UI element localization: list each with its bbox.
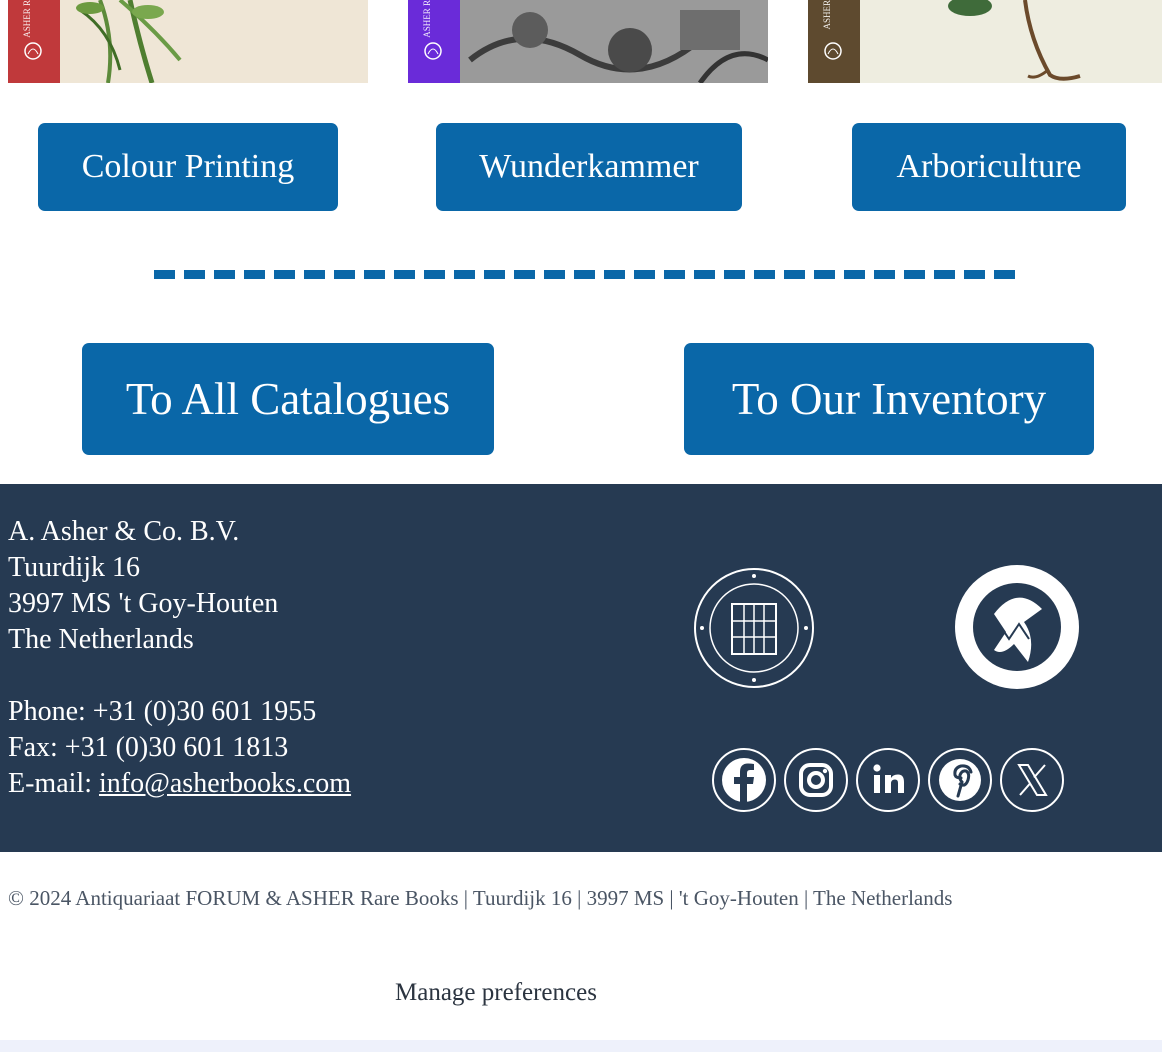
address-postal: 3997 MS 't Goy-Houten (8, 588, 279, 619)
catalogue-cover-wunderkammer[interactable]: ASHER R (408, 0, 768, 83)
manage-preferences-link[interactable]: Manage preferences (395, 979, 597, 1007)
arboriculture-button[interactable]: Arboriculture (852, 123, 1126, 211)
phone-number: Phone: +31 (0)30 601 1955 (8, 696, 317, 727)
cover-spine: ASHER R (408, 0, 460, 83)
contact-address: A. Asher & Co. B.V. Tuurdijk 16 3997 MS … (8, 514, 351, 802)
email-label: E-mail: (8, 768, 99, 799)
facebook-icon[interactable] (712, 748, 776, 812)
instagram-icon[interactable] (784, 748, 848, 812)
pinterest-icon[interactable] (928, 748, 992, 812)
email-line: E-mail: info@asherbooks.com (8, 766, 351, 802)
address-street: Tuurdijk 16 (8, 552, 141, 583)
ilab-seal-logo[interactable] (692, 566, 816, 690)
bottom-strip (0, 1040, 1162, 1052)
cover-spine: ASHER R (8, 0, 60, 83)
all-catalogues-button[interactable]: To All Catalogues (82, 343, 494, 455)
catalogue-cover-colour-printing[interactable]: ASHER R (8, 0, 368, 83)
colour-printing-button[interactable]: Colour Printing (38, 123, 338, 211)
fax-number: Fax: +31 (0)30 601 1813 (8, 732, 289, 763)
address-country: The Netherlands (8, 624, 194, 655)
dashed-divider (154, 270, 1024, 279)
catalogue-cover-arboriculture[interactable]: ASHER (808, 0, 1162, 83)
spine-text: ASHER R (422, 0, 432, 38)
x-icon[interactable] (1000, 748, 1064, 812)
inventory-button[interactable]: To Our Inventory (684, 343, 1094, 455)
nvva-logo[interactable] (954, 564, 1080, 690)
company-name: A. Asher & Co. B.V. (8, 516, 240, 547)
asher-mark-icon (824, 42, 842, 60)
email-link[interactable]: info@asherbooks.com (99, 768, 351, 799)
cover-illustration (860, 0, 1162, 83)
spine-text: ASHER (822, 0, 832, 30)
asher-mark-icon (24, 42, 42, 60)
linkedin-icon[interactable] (856, 748, 920, 812)
copyright-text: © 2024 Antiquariaat FORUM & ASHER Rare B… (8, 886, 953, 910)
cover-illustration (460, 0, 768, 83)
footer: A. Asher & Co. B.V. Tuurdijk 16 3997 MS … (0, 484, 1162, 852)
cover-spine: ASHER (808, 0, 860, 83)
asher-mark-icon (424, 42, 442, 60)
cover-illustration (60, 0, 368, 83)
spine-text: ASHER R (22, 0, 32, 38)
wunderkammer-button[interactable]: Wunderkammer (436, 123, 742, 211)
